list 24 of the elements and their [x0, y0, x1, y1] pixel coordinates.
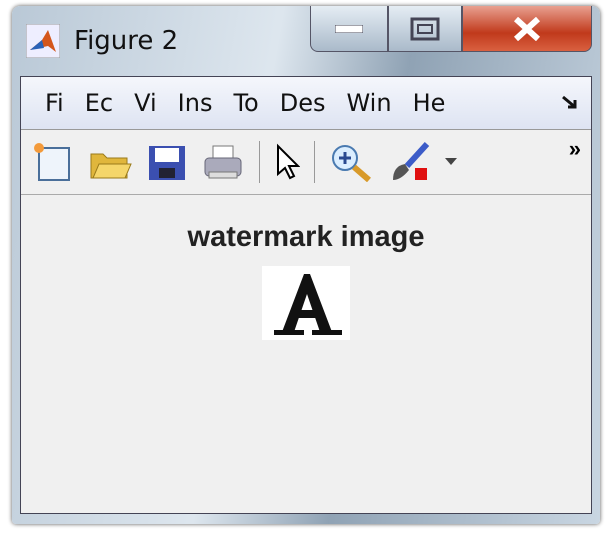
menu-item[interactable]: Ins: [168, 89, 224, 117]
toolbar-overflow-button[interactable]: »: [568, 136, 581, 162]
zoom-in-button[interactable]: [329, 142, 373, 182]
close-button[interactable]: [462, 6, 592, 52]
caret-icon: [445, 158, 457, 166]
app-icon: [26, 24, 60, 58]
close-icon: [512, 16, 542, 40]
menu-item[interactable]: To: [223, 89, 270, 117]
magnifier-plus-icon: [329, 142, 373, 182]
dropdown-button[interactable]: [445, 158, 457, 166]
pointer-button[interactable]: [274, 142, 300, 182]
menu-item[interactable]: Vi: [124, 89, 168, 117]
minimize-button[interactable]: [310, 6, 388, 52]
maximize-icon: [410, 16, 440, 40]
menu-item[interactable]: Win: [336, 89, 403, 117]
menu-item[interactable]: He: [402, 89, 456, 117]
minimize-icon: [335, 24, 363, 32]
cursor-arrow-icon: [274, 142, 300, 182]
menu-item[interactable]: Ec: [74, 89, 124, 117]
menu-item[interactable]: Fi: [35, 89, 75, 117]
menu-item[interactable]: Des: [270, 89, 336, 117]
figure-title: watermark image: [188, 221, 424, 254]
window-title: Figure 2: [74, 26, 178, 56]
maximize-button[interactable]: [388, 6, 462, 52]
